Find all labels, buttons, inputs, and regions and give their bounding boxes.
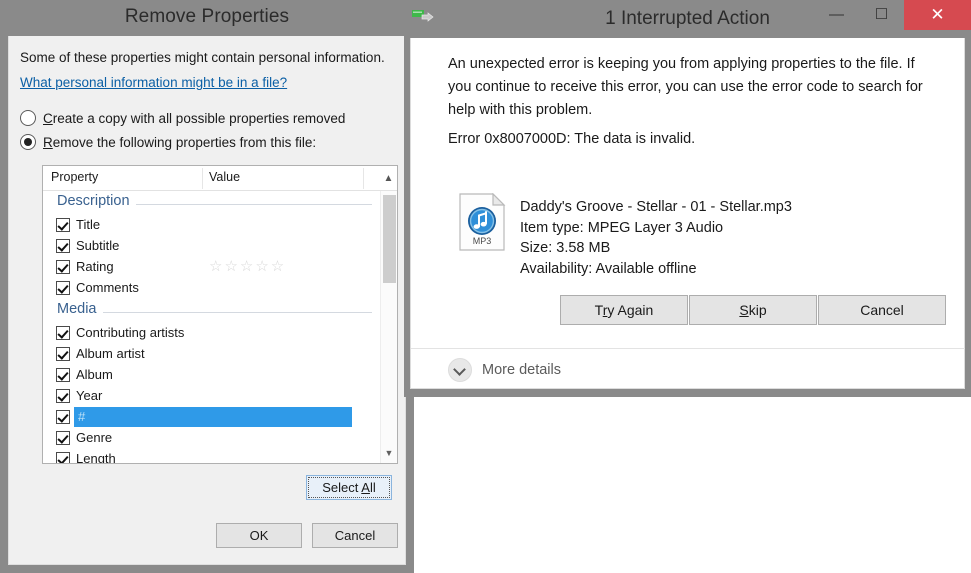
file-name: Daddy's Groove - Stellar - 01 - Stellar.… <box>520 199 792 215</box>
row-label: Album artist <box>76 346 145 361</box>
row-checkbox[interactable] <box>56 410 70 424</box>
row-checkbox[interactable] <box>56 431 70 445</box>
row-label: Genre <box>76 430 113 445</box>
row-label: Contributing artists <box>76 325 185 340</box>
selection-highlight <box>74 407 352 427</box>
row-checkbox[interactable] <box>56 326 70 340</box>
cancel-button[interactable]: Cancel <box>312 523 398 548</box>
group-label: Media <box>57 301 103 317</box>
error-code: Error 0x8007000D: The data is invalid. <box>448 131 696 147</box>
property-rows: Description Title Subtitle Rating ☆☆☆☆☆ <box>43 191 382 464</box>
radio-indicator <box>20 134 36 150</box>
more-details-toggle[interactable]: More details <box>448 358 561 382</box>
table-row[interactable]: Album <box>43 365 382 386</box>
ok-button[interactable]: OK <box>216 523 302 548</box>
row-label: Length <box>76 451 116 464</box>
radio-create-copy[interactable]: Create a copy with all possible properti… <box>20 110 345 126</box>
radio-remove-properties-label: Remove the following properties from thi… <box>43 134 317 150</box>
error-message: An unexpected error is keeping you from … <box>448 56 923 118</box>
maximize-button[interactable]: ☐ <box>859 0 904 30</box>
table-row[interactable]: Genre <box>43 428 382 449</box>
close-button[interactable]: ✕ <box>904 0 971 30</box>
table-row[interactable]: Subtitle <box>43 236 382 257</box>
table-row[interactable]: Contributing artists <box>43 323 382 344</box>
remove-properties-body: Some of these properties might contain p… <box>8 36 406 565</box>
remove-properties-dialog: Remove Properties Some of these properti… <box>0 0 414 573</box>
row-checkbox[interactable] <box>56 260 70 274</box>
try-again-button[interactable]: Try Again <box>560 295 688 325</box>
table-row[interactable]: Comments <box>43 278 382 299</box>
personal-information-link[interactable]: What personal information might be in a … <box>20 75 287 90</box>
property-list[interactable]: Property Value ▲ Description Title Subti… <box>42 165 398 464</box>
chevron-down-icon <box>448 358 472 382</box>
row-checkbox[interactable] <box>56 218 70 232</box>
row-checkbox[interactable] <box>56 389 70 403</box>
interrupted-action-dialog: 1 Interrupted Action — ☐ ✕ An unexpected… <box>404 0 971 397</box>
intro-text: Some of these properties might contain p… <box>20 50 385 65</box>
table-row[interactable]: Length <box>43 449 382 464</box>
scrollbar-thumb[interactable] <box>383 195 396 283</box>
column-divider <box>202 168 203 189</box>
row-label: Comments <box>76 280 139 295</box>
mp3-icon-label: MP3 <box>473 236 492 246</box>
footer-divider <box>411 348 965 349</box>
column-divider <box>363 168 364 189</box>
row-label: # <box>78 409 86 424</box>
more-details-label: More details <box>482 362 561 378</box>
property-list-header: Property Value <box>43 166 397 191</box>
row-label: Album <box>76 367 113 382</box>
property-list-scrollbar[interactable]: ▼ <box>380 191 397 463</box>
interrupted-action-body: An unexpected error is keeping you from … <box>410 38 965 389</box>
table-row[interactable]: Rating ☆☆☆☆☆ <box>43 257 382 278</box>
column-header-value[interactable]: Value <box>209 170 240 184</box>
column-header-property[interactable]: Property <box>51 170 98 184</box>
group-header-description: Description <box>43 191 382 215</box>
row-checkbox[interactable] <box>56 368 70 382</box>
scroll-down-arrow-icon[interactable]: ▼ <box>381 445 397 462</box>
row-label: Year <box>76 388 103 403</box>
row-checkbox[interactable] <box>56 281 70 295</box>
group-header-media: Media <box>43 299 382 323</box>
file-item-type: Item type: MPEG Layer 3 Audio <box>520 219 724 236</box>
radio-create-copy-label: Create a copy with all possible properti… <box>43 110 346 126</box>
skip-button[interactable]: Skip <box>689 295 817 325</box>
minimize-button[interactable]: — <box>814 0 859 30</box>
group-divider-line <box>57 312 372 313</box>
radio-indicator <box>20 110 36 126</box>
row-checkbox[interactable] <box>56 347 70 361</box>
table-row[interactable]: Year <box>43 386 382 407</box>
table-row[interactable]: Album artist <box>43 344 382 365</box>
table-row[interactable]: Title <box>43 215 382 236</box>
remove-properties-titlebar[interactable]: Remove Properties <box>0 0 414 36</box>
row-label: Title <box>76 217 101 232</box>
group-label: Description <box>57 193 136 209</box>
file-availability: Availability: Available offline <box>520 260 697 277</box>
mp3-file-icon: MP3 <box>459 193 506 251</box>
file-size: Size: 3.58 MB <box>520 240 611 256</box>
row-label: Subtitle <box>76 238 120 253</box>
radio-remove-properties[interactable]: Remove the following properties from thi… <box>20 134 316 150</box>
file-details: Daddy's Groove - Stellar - 01 - Stellar.… <box>520 197 792 279</box>
remove-properties-title: Remove Properties <box>124 6 290 27</box>
rating-stars-icon[interactable]: ☆☆☆☆☆ <box>209 258 286 276</box>
row-checkbox[interactable] <box>56 452 70 463</box>
interrupted-action-titlebar[interactable]: 1 Interrupted Action — ☐ ✕ <box>404 0 971 38</box>
row-checkbox[interactable] <box>56 239 70 253</box>
scroll-up-arrow-icon[interactable]: ▲ <box>380 167 397 189</box>
row-label: Rating <box>76 259 114 274</box>
table-row-selected[interactable]: # <box>43 407 382 428</box>
cancel-button[interactable]: Cancel <box>818 295 946 325</box>
select-all-button[interactable]: Select All <box>306 475 392 500</box>
